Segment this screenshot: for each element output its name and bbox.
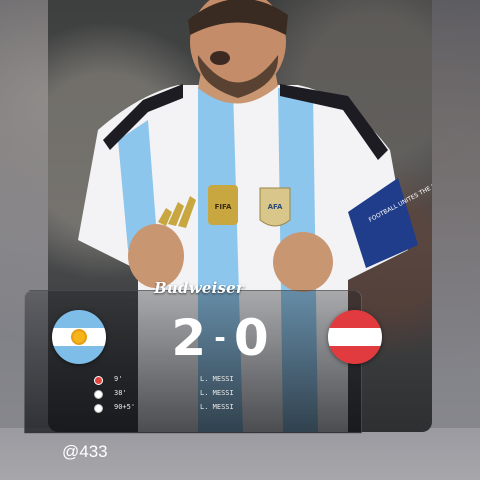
goal-minute: 90+5' (114, 403, 136, 411)
goal-row: 38' L. MESSI (88, 388, 368, 402)
goal-minute: 38' (114, 389, 127, 397)
sponsor-label: Budweiser (154, 279, 244, 297)
home-score: 2 (171, 309, 207, 367)
account-handle[interactable]: @433 (62, 442, 108, 462)
soccer-ball-icon (94, 390, 103, 399)
score-separator: - (214, 321, 226, 354)
red-card-icon (94, 376, 103, 385)
goal-row: 9' L. MESSI (88, 374, 368, 388)
goal-scorer: L. MESSI (200, 389, 234, 397)
fifa-badge-text: FIFA (215, 203, 232, 211)
away-score: 0 (233, 309, 269, 367)
sponsor-logo: Budweiser (154, 276, 244, 300)
sun-of-may-icon (73, 331, 85, 343)
goal-minute: 9' (114, 375, 123, 383)
scoreline: 2 - 0 (130, 308, 310, 368)
soccer-ball-icon (94, 404, 103, 413)
argentina-flag-icon (52, 310, 106, 364)
austria-flag-icon (328, 310, 382, 364)
goal-scorer: L. MESSI (200, 403, 234, 411)
goal-list: 9' L. MESSI 38' L. MESSI 90+5' L. MESSI (88, 374, 368, 416)
goal-scorer: L. MESSI (200, 375, 234, 383)
goal-row: 90+5' L. MESSI (88, 402, 368, 416)
afa-crest-text: AFA (268, 203, 283, 211)
